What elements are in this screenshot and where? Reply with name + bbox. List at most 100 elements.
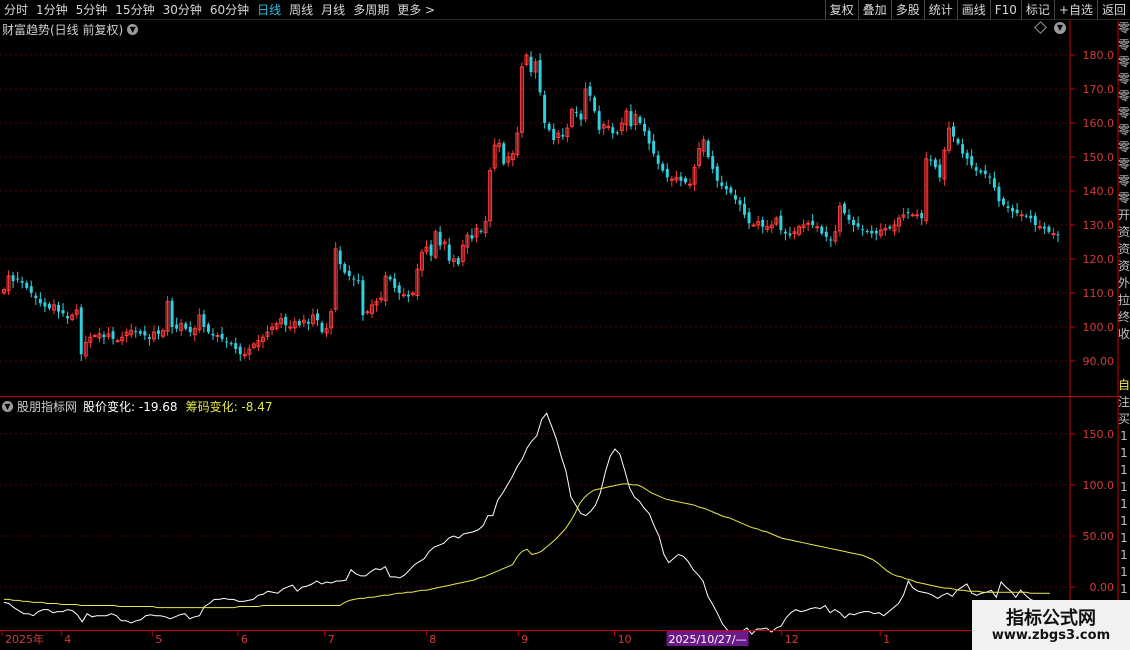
watermark-title: 指标公式网	[1006, 608, 1096, 629]
chart-area[interactable]: 90.00100.0110.0120.0130.0140.0150.0160.0…	[0, 0, 1130, 650]
candle-body	[547, 123, 551, 130]
candle-body	[824, 231, 828, 237]
candle-body	[788, 233, 792, 236]
candle-body	[997, 186, 1001, 202]
candle-body	[579, 113, 583, 120]
candle-body	[479, 230, 483, 232]
price-tick-label: 90.00	[1083, 355, 1115, 368]
collapse-icon[interactable]: ▼	[1054, 22, 1066, 34]
chevron-down-icon[interactable]: ▼	[2, 400, 13, 412]
strip-char: 零	[1118, 72, 1130, 86]
strip-char: 零	[1118, 191, 1130, 205]
strip-char: 自	[1118, 378, 1130, 392]
candle-body	[11, 275, 15, 282]
strip-char: 外	[1118, 276, 1130, 290]
chevron-down-icon[interactable]: ▼	[127, 23, 139, 35]
candle-body	[720, 182, 724, 186]
candle-body	[1006, 206, 1010, 208]
candle-body	[733, 195, 737, 200]
candle-body	[688, 183, 692, 186]
candle-body	[679, 176, 683, 181]
candle-body	[938, 164, 942, 178]
candle-body	[874, 230, 878, 234]
strip-char: 1	[1120, 531, 1128, 545]
candle-body	[1033, 215, 1037, 225]
candle-body	[447, 244, 451, 261]
candle-body	[320, 322, 324, 333]
candle-body	[988, 176, 992, 178]
candle-body	[38, 298, 42, 304]
x-tick-label: 2025年	[5, 632, 44, 646]
candle-body	[365, 311, 370, 314]
candle-body	[215, 335, 220, 337]
indicator-tick-label: 50.00	[1083, 530, 1115, 543]
candle-body	[502, 143, 506, 164]
price-grid	[0, 54, 1070, 362]
candle-body	[906, 212, 910, 214]
x-tick-label: 4	[64, 633, 71, 646]
candle-body	[202, 314, 206, 327]
candle-body	[66, 315, 70, 319]
price-tick-label: 180.0	[1083, 49, 1115, 62]
candle-body	[552, 128, 556, 140]
strip-char: 零	[1118, 38, 1130, 52]
candle-body	[1029, 215, 1033, 219]
candle-body	[856, 223, 860, 227]
candle-body	[234, 343, 238, 350]
candle-body	[970, 156, 974, 166]
candle-body	[538, 60, 542, 93]
candle-body	[738, 200, 742, 205]
candle-body	[783, 231, 787, 234]
candle-body	[593, 97, 597, 112]
candle-body	[170, 300, 174, 327]
x-tick-label: 8	[429, 633, 436, 646]
candle-body	[1019, 214, 1024, 217]
candle-body	[779, 215, 783, 231]
x-tick-label: 1	[883, 633, 890, 646]
candle-body	[356, 280, 360, 282]
candle-body	[915, 214, 920, 217]
indicator-grid	[0, 433, 1070, 588]
price-change-value: 股价变化: -19.68	[83, 399, 178, 414]
candle-body	[315, 313, 319, 321]
chip-change-line	[4, 483, 1050, 609]
candle-body	[115, 340, 120, 343]
candle-body	[1042, 226, 1046, 229]
strip-char: 1	[1120, 446, 1128, 460]
strip-char: 零	[1118, 140, 1130, 154]
candle-body	[29, 286, 33, 293]
candle-body	[102, 334, 106, 338]
candle-body	[910, 214, 915, 217]
candle-body	[156, 330, 160, 334]
candle-body	[747, 212, 751, 224]
candle-body	[1015, 209, 1019, 214]
candle-body	[643, 123, 647, 132]
candle-body	[388, 276, 392, 280]
candle-body	[456, 258, 460, 265]
candle-body	[361, 280, 365, 316]
candle-body	[888, 226, 892, 229]
price-tick-label: 120.0	[1083, 253, 1115, 266]
x-tick-label: 9	[521, 633, 528, 646]
candle-body	[829, 239, 833, 241]
candle-body	[470, 235, 474, 239]
x-tick-label: 12	[785, 633, 799, 646]
strip-char: 1	[1120, 463, 1128, 477]
candle-body	[288, 326, 293, 329]
candle-body	[852, 219, 856, 225]
strip-char: 资	[1118, 225, 1130, 239]
candle-body	[79, 307, 83, 355]
candle-body	[225, 341, 229, 343]
price-tick-label: 140.0	[1083, 185, 1115, 198]
candle-body	[669, 178, 674, 181]
strip-char: 零	[1118, 123, 1130, 137]
candle-body	[1002, 198, 1005, 205]
price-change-line	[3, 412, 1051, 635]
chip-change-value: 筹码变化: -8.47	[185, 399, 273, 414]
price-candles	[2, 51, 1060, 361]
candle-body	[665, 168, 669, 178]
candle-body	[861, 229, 865, 231]
candle-body	[1011, 208, 1015, 212]
candle-body	[929, 159, 933, 161]
indicator-name: 股朋指标网	[17, 399, 78, 414]
